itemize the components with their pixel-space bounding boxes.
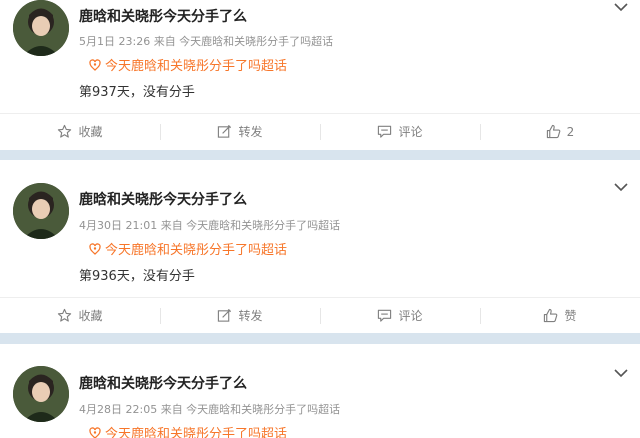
chevron-down-icon[interactable]	[614, 368, 628, 378]
comment-button[interactable]: 评论	[320, 114, 480, 149]
comment-icon	[378, 125, 392, 138]
repost-button[interactable]: 转发	[160, 114, 320, 149]
avatar[interactable]	[13, 0, 69, 56]
supertopic-label: 今天鹿晗和关晓彤分手了吗超话	[105, 59, 288, 74]
post-meta: 4月28日 22:05 来自 今天鹿晗和关晓彤分手了吗超话	[79, 403, 341, 416]
collect-label: 收藏	[78, 125, 103, 139]
star-icon	[58, 308, 72, 322]
post-actions: 收藏 转发 评论 2	[0, 113, 640, 149]
like-count: 2	[566, 124, 575, 139]
post-text: 第936天，没有分手	[79, 269, 195, 284]
supertopic-label: 今天鹿晗和关晓彤分手了吗超话	[105, 427, 288, 438]
avatar[interactable]	[13, 366, 69, 422]
post-actions: 收藏 转发 评论 赞	[0, 297, 640, 333]
feed-post: 鹿晗和关晓彤今天分手了么 4月28日 22:05 来自 今天鹿晗和关晓彤分手了吗…	[0, 344, 640, 438]
supertopic-icon	[89, 242, 101, 255]
edit-icon	[218, 308, 232, 322]
thumbs-up-icon	[546, 124, 561, 139]
like-button[interactable]: 2	[480, 114, 640, 149]
username[interactable]: 鹿晗和关晓彤今天分手了么	[79, 373, 247, 393]
collect-button[interactable]: 收藏	[0, 114, 160, 149]
supertopic-icon	[89, 58, 101, 71]
chevron-down-icon[interactable]	[614, 182, 628, 192]
edit-icon	[218, 124, 232, 138]
supertopic-icon	[89, 426, 101, 438]
collect-label: 收藏	[78, 309, 103, 323]
supertopic-link[interactable]: 今天鹿晗和关晓彤分手了吗超话	[89, 239, 287, 258]
repost-label: 转发	[238, 309, 263, 323]
feed-post: 鹿晗和关晓彤今天分手了么 4月30日 21:01 来自 今天鹿晗和关晓彤分手了吗…	[0, 160, 640, 333]
repost-button[interactable]: 转发	[160, 298, 320, 333]
username[interactable]: 鹿晗和关晓彤今天分手了么	[79, 6, 247, 26]
post-meta: 4月30日 21:01 来自 今天鹿晗和关晓彤分手了吗超话	[79, 219, 341, 232]
post-meta: 5月1日 23:26 来自 今天鹿晗和关晓彤分手了吗超话	[79, 35, 334, 48]
repost-label: 转发	[238, 125, 263, 139]
comment-icon	[378, 309, 392, 322]
supertopic-link[interactable]: 今天鹿晗和关晓彤分手了吗超话	[89, 423, 287, 438]
supertopic-link[interactable]: 今天鹿晗和关晓彤分手了吗超话	[89, 55, 287, 74]
comment-label: 评论	[398, 125, 423, 139]
thumbs-up-icon	[544, 308, 558, 323]
post-text: 第937天，没有分手	[79, 85, 195, 100]
comment-label: 评论	[398, 309, 423, 323]
supertopic-label: 今天鹿晗和关晓彤分手了吗超话	[105, 243, 288, 258]
feed-post: 鹿晗和关晓彤今天分手了么 5月1日 23:26 来自 今天鹿晗和关晓彤分手了吗超…	[0, 0, 640, 150]
weibo-feed: 鹿晗和关晓彤今天分手了么 5月1日 23:26 来自 今天鹿晗和关晓彤分手了吗超…	[0, 0, 640, 438]
chevron-down-icon[interactable]	[614, 2, 628, 12]
star-icon	[58, 124, 72, 138]
collect-button[interactable]: 收藏	[0, 298, 160, 333]
comment-button[interactable]: 评论	[320, 298, 480, 333]
username[interactable]: 鹿晗和关晓彤今天分手了么	[79, 189, 247, 209]
like-button[interactable]: 赞	[480, 298, 640, 333]
avatar[interactable]	[13, 183, 69, 239]
like-label: 赞	[564, 309, 577, 323]
